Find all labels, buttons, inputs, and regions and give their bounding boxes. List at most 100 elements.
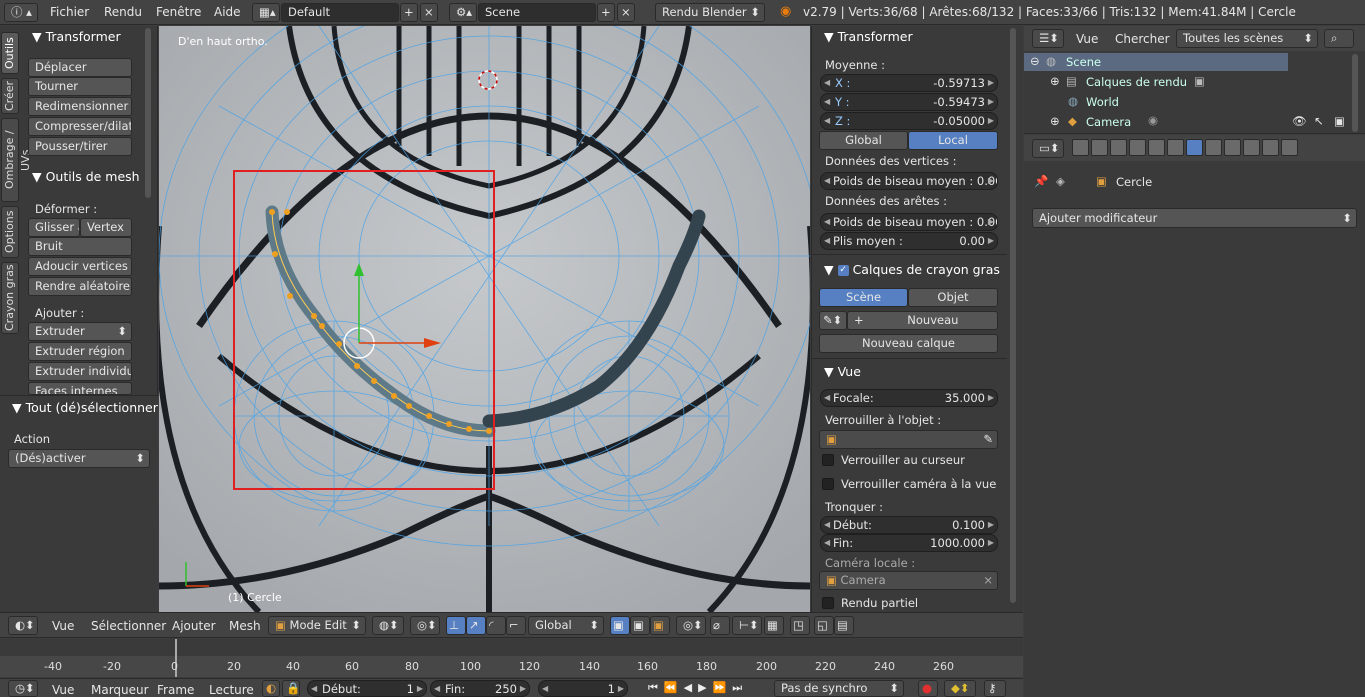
lock-object-field[interactable]: ▣ ✎ [819, 430, 998, 449]
checkbox-checked-icon[interactable]: ✓ [837, 265, 849, 276]
slide-vertex-button[interactable]: Vertex [80, 218, 132, 237]
view-panel-header[interactable]: ▼ Vue [824, 364, 861, 379]
frame-start-field[interactable]: ◀ Début: 1 ▶ [307, 680, 427, 697]
properties-editor-type[interactable]: ▭⬍ [1032, 139, 1064, 158]
translate-button[interactable]: Déplacer [28, 58, 132, 77]
clip-start-field[interactable]: ◀ Début: 0.100 ▶ [820, 516, 998, 534]
scene-tab-icon[interactable] [1110, 139, 1127, 156]
pointer-icon[interactable]: ↖ [1314, 114, 1324, 128]
view3d-editor-type[interactable]: ◐⬍ [8, 616, 38, 635]
menu-help[interactable]: Aide [214, 5, 241, 19]
select-menu[interactable]: Sélectionner [91, 619, 166, 633]
snap-target-icon[interactable]: ▦ [764, 616, 784, 635]
inset-faces-button[interactable]: Faces internes [28, 382, 132, 395]
extrude-individual-button[interactable]: Extruder individu... [28, 362, 132, 381]
outliner-search-menu[interactable]: Chercher [1115, 32, 1170, 46]
face-select-mode[interactable]: ▣ [650, 616, 670, 635]
mode-select[interactable]: ▣ Mode Edit ⬍ [268, 616, 366, 635]
timeline-view-menu[interactable]: Vue [52, 683, 74, 697]
occlude-geometry-icon[interactable]: ◳ [790, 616, 810, 635]
timeline-area[interactable] [0, 639, 1023, 677]
current-frame-field[interactable]: ◀ 1 ▶ [538, 680, 628, 697]
crease-field[interactable]: ◀ Plis moyen : 0.00 ▶ [820, 232, 998, 250]
timeline-editor-type[interactable]: ◷⬍ [8, 680, 38, 697]
outliner-row-render-layers[interactable]: ⊕ ▤ Calques de rendu ▣ [1024, 73, 1288, 91]
record-button[interactable]: ● [918, 680, 938, 697]
expand-icon[interactable]: ⊕ [1050, 74, 1060, 88]
edge-bevel-weight-field[interactable]: ◀Poids de biseau moyen : 0.00▶ [820, 213, 998, 231]
scene-add-button[interactable]: + [597, 3, 615, 22]
tab-create[interactable]: Créer [1, 78, 19, 114]
median-z-field[interactable]: ◀ Z : -0.05000 ▶ [820, 112, 998, 130]
mesh-menu[interactable]: Mesh [229, 619, 261, 633]
lock-cursor-checkbox[interactable] [822, 454, 834, 466]
snap-toggle[interactable]: ⌀ [710, 616, 730, 635]
sidebar-scrollbar[interactable] [1010, 28, 1016, 603]
add-menu[interactable]: Ajouter [172, 619, 216, 633]
opengl-anim-icon[interactable]: ▤ [834, 616, 854, 635]
opengl-render-icon[interactable]: ◱ [814, 616, 834, 635]
render-tab-icon[interactable] [1072, 139, 1089, 156]
marker-menu[interactable]: Marqueur [91, 683, 149, 697]
outliner-editor-type[interactable]: ☰⬍ [1032, 29, 1064, 48]
eye-icon[interactable]: 👁 [1292, 114, 1307, 128]
scene-remove-button[interactable]: × [617, 3, 635, 22]
global-toggle[interactable]: Global [819, 131, 908, 150]
sync-select[interactable]: Pas de synchro ⬍ [774, 680, 904, 697]
layout-remove-button[interactable]: × [420, 3, 438, 22]
scale-button[interactable]: Redimensionner [28, 97, 132, 116]
outliner-scrollbar[interactable] [1352, 54, 1358, 132]
gp-new-layer-button[interactable]: Nouveau calque [819, 334, 998, 353]
play-icon[interactable]: ▶ [698, 681, 712, 694]
manipulator-toggle[interactable]: ⊥ [446, 616, 466, 635]
constraints-tab-icon[interactable] [1167, 139, 1184, 156]
layout-field[interactable]: Default [281, 3, 399, 22]
data-tab-icon[interactable] [1205, 139, 1222, 156]
grease-pencil-header[interactable]: ▼ ✓ Calques de crayon gras [824, 262, 1000, 277]
tab-tools[interactable]: Outils [1, 32, 19, 74]
menu-window[interactable]: Fenêtre [156, 5, 201, 19]
tab-options[interactable]: Options [1, 206, 19, 258]
shading-select[interactable]: ◍⬍ [372, 616, 404, 635]
push-pull-button[interactable]: Pousser/tirer [28, 137, 132, 156]
slide-edge-button[interactable]: Glisser a [28, 218, 80, 237]
scene-field[interactable]: Scene [478, 3, 596, 22]
focal-length-field[interactable]: ◀ Focale: 35.000 ▶ [820, 389, 998, 407]
lock-camera-checkbox[interactable] [822, 478, 834, 490]
rotate-button[interactable]: Tourner [28, 77, 132, 96]
jump-prev-key-icon[interactable]: ⏪ [664, 681, 684, 694]
particles-tab-icon[interactable] [1262, 139, 1279, 156]
tab-grease-pencil[interactable]: Crayon gras [1, 262, 19, 334]
edge-select-mode[interactable]: ▣ [630, 616, 650, 635]
median-y-field[interactable]: ◀ Y : -0.59473 ▶ [820, 93, 998, 111]
action-select[interactable]: (Dés)activer ⬍ [8, 449, 150, 468]
layout-icon[interactable]: ▦▴ [252, 3, 280, 22]
clear-icon[interactable]: × [983, 572, 993, 589]
play-reverse-icon[interactable]: ◀ [684, 681, 698, 694]
modifiers-tab-icon[interactable] [1186, 139, 1203, 156]
transform-panel-header[interactable]: ▼ Transformer [32, 29, 121, 44]
add-modifier-select[interactable]: Ajouter modificateur ⬍ [1032, 208, 1357, 228]
shrink-fatten-button[interactable]: Compresser/dilater [28, 117, 132, 136]
material-tab-icon[interactable] [1224, 139, 1241, 156]
jump-next-key-icon[interactable]: ⏩ [713, 681, 733, 694]
gp-object-toggle[interactable]: Objet [908, 288, 998, 307]
outliner-view-menu[interactable]: Vue [1076, 32, 1098, 46]
outliner-row-world[interactable]: ◍ World [1024, 93, 1288, 111]
gp-scene-toggle[interactable]: Scène [819, 288, 908, 307]
menu-file[interactable]: Fichier [50, 5, 89, 19]
extrude-select[interactable]: Extruder ⬍ [28, 322, 132, 341]
smooth-vertices-button[interactable]: Adoucir vertices [28, 257, 132, 276]
viewport-canvas[interactable] [159, 26, 810, 612]
texture-tab-icon[interactable] [1243, 139, 1260, 156]
editor-type-button[interactable]: ⓘ ▴ [4, 3, 38, 22]
extrude-region-button[interactable]: Extruder région [28, 342, 132, 361]
render-engine-select[interactable]: Rendu Blender ⬍ [655, 3, 765, 22]
translate-manipulator[interactable]: ↗ [466, 616, 486, 635]
mesh-tools-header[interactable]: ▼ Outils de mesh [32, 169, 140, 184]
pin-icon[interactable]: 📌 [1034, 174, 1048, 188]
render-camera-icon[interactable]: ▣ [1334, 114, 1345, 128]
proportional-edit-select[interactable]: ◎⬍ [676, 616, 706, 635]
layout-add-button[interactable]: + [400, 3, 418, 22]
rotate-manipulator[interactable]: ◜ [486, 616, 506, 635]
